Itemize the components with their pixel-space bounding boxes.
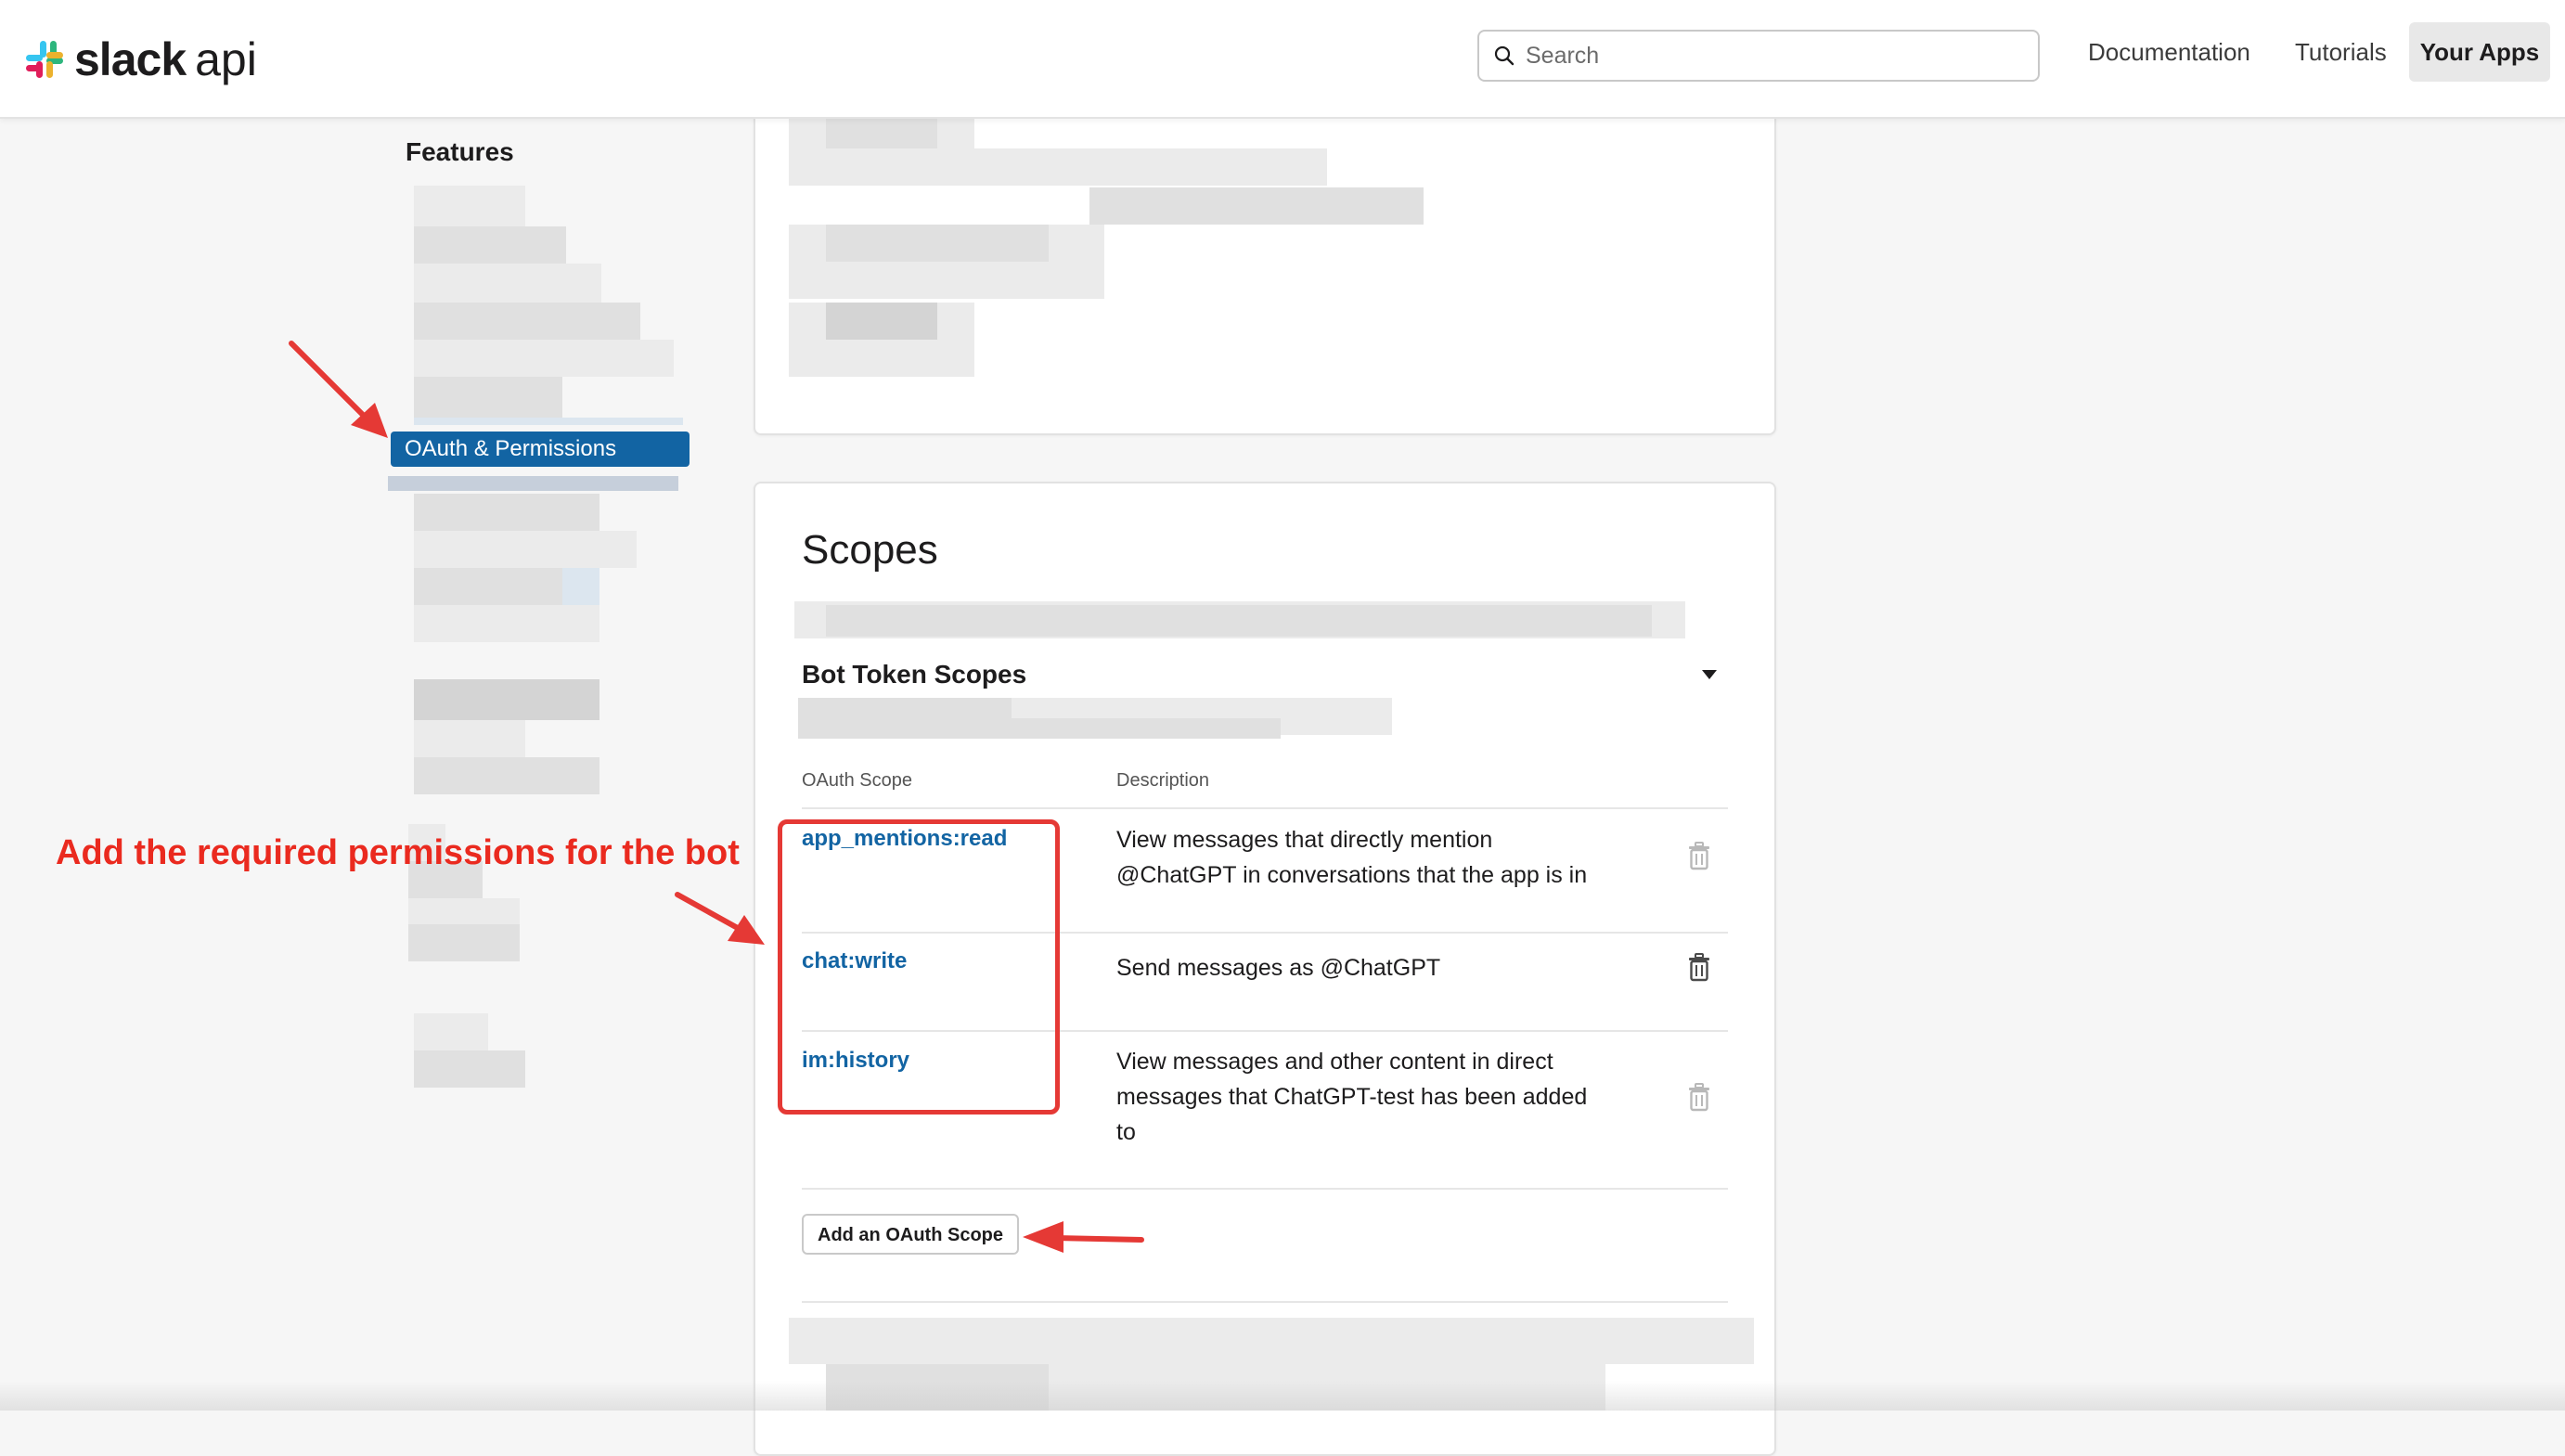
annotation-arrow-icon (675, 892, 765, 945)
highlight-box-scopes (778, 819, 1060, 1115)
slack-api-logo[interactable]: slack api (22, 33, 257, 85)
annotation-arrow-icon (289, 341, 388, 438)
add-oauth-scope-button[interactable]: Add an OAuth Scope (802, 1214, 1019, 1255)
search-box[interactable] (1477, 30, 2040, 82)
trash-icon[interactable] (1687, 952, 1711, 982)
section-divider (802, 1301, 1728, 1303)
collapse-caret-icon[interactable] (1702, 670, 1717, 679)
annotation-text: Add the required permissions for the bot (56, 833, 740, 872)
scope-description: Send messages as @ChatGPT (1116, 955, 1441, 981)
scope-description: View messages and other content in direc… (1116, 1049, 1588, 1145)
trash-icon[interactable] (1687, 1082, 1711, 1112)
slack-logo-icon (26, 41, 63, 78)
nav-tutorials-link[interactable]: Tutorials (2295, 22, 2387, 82)
table-divider (802, 807, 1728, 809)
annotation-arrow-icon (1023, 1221, 1144, 1253)
sidebar-item-pixelated[interactable] (388, 476, 678, 491)
sidebar-item-oauth-permissions[interactable]: OAuth & Permissions (391, 432, 690, 467)
bottom-fade (0, 1381, 2565, 1411)
nav-your-apps-link[interactable]: Your Apps (2409, 22, 2550, 82)
column-header-oauth-scope: OAuth Scope (802, 770, 912, 791)
nav-documentation-link[interactable]: Documentation (2088, 22, 2250, 82)
scope-description: View messages that directly mention @Cha… (1116, 827, 1588, 888)
search-input[interactable] (1524, 41, 2010, 71)
trash-icon[interactable] (1687, 841, 1711, 870)
table-divider (802, 1188, 1728, 1190)
search-icon (1494, 45, 1515, 66)
column-header-description: Description (1116, 770, 1210, 791)
scopes-title: Scopes (802, 527, 938, 573)
logo-slack-text: slack (74, 33, 187, 85)
sidebar-features-heading: Features (406, 137, 514, 166)
top-navigation-bar: slack api Documentation Tutorials Your A… (0, 0, 2565, 119)
bot-token-scopes-title: Bot Token Scopes (802, 660, 1027, 689)
logo-api-text: api (195, 33, 257, 85)
app-info-card (754, 93, 1776, 435)
